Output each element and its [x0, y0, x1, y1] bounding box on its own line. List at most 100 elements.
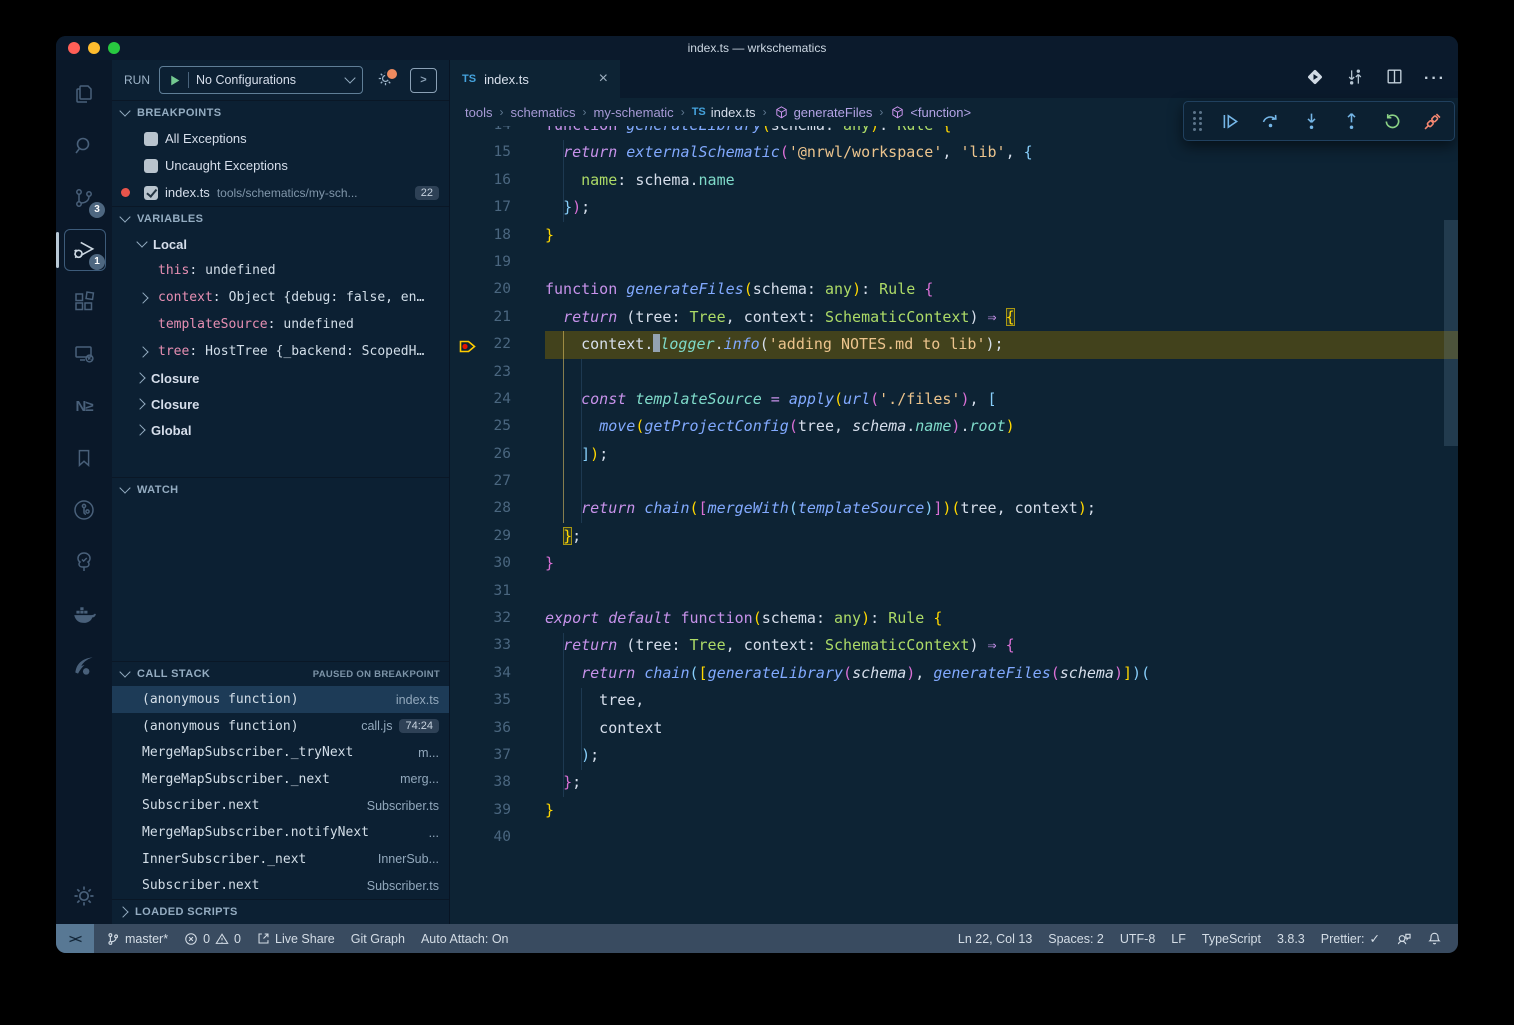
line-number[interactable]: 16	[450, 167, 545, 194]
activity-explorer[interactable]	[56, 68, 112, 120]
step-into-button[interactable]	[1299, 107, 1323, 135]
activity-docker[interactable]	[56, 588, 112, 640]
activity-remote-explorer[interactable]	[56, 328, 112, 380]
watch-section-header[interactable]: WATCH	[112, 477, 449, 502]
prettier-item[interactable]: Prettier: ✓	[1313, 931, 1388, 946]
code-line[interactable]: 35 tree,	[450, 687, 1458, 714]
close-tab-icon[interactable]: ×	[599, 71, 608, 87]
code-line[interactable]: 40	[450, 824, 1458, 851]
breadcrumb-item[interactable]: tools	[465, 105, 492, 120]
notifications-item[interactable]	[1419, 931, 1450, 946]
line-number[interactable]: 27	[450, 468, 545, 495]
activity-nx-console[interactable]: N≥	[56, 380, 112, 432]
call-stack-frame[interactable]: (anonymous function)call.js74:24	[112, 713, 449, 740]
call-stack-frame[interactable]: Subscriber.nextSubscriber.ts	[112, 793, 449, 820]
code-line[interactable]: 30}	[450, 550, 1458, 577]
code-editor[interactable]: 14function generateLibrary(schema: any):…	[450, 126, 1458, 924]
code-line[interactable]: 26 ]);	[450, 441, 1458, 468]
line-number[interactable]: 39	[450, 797, 545, 824]
activity-search[interactable]	[56, 120, 112, 172]
breakpoint-checkbox[interactable]	[144, 186, 158, 200]
code-line[interactable]: 19	[450, 249, 1458, 276]
close-window-button[interactable]	[68, 42, 80, 54]
feedback-item[interactable]	[1388, 931, 1419, 946]
breadcrumb-item[interactable]: generateFiles	[774, 105, 873, 120]
breakpoint-checkbox[interactable]	[144, 159, 158, 173]
line-number[interactable]: 29	[450, 523, 545, 550]
code-line[interactable]: 24 const templateSource = apply(url('./f…	[450, 386, 1458, 413]
compare-changes-button[interactable]	[1345, 67, 1365, 92]
line-number[interactable]: 32	[450, 605, 545, 632]
line-number[interactable]: 40	[450, 824, 545, 851]
breadcrumb-item[interactable]: TSindex.ts	[692, 105, 756, 120]
code-line[interactable]: 18}	[450, 222, 1458, 249]
line-number[interactable]: 15	[450, 139, 545, 166]
line-number[interactable]: 34	[450, 660, 545, 687]
breakpoint-row[interactable]: All Exceptions	[112, 125, 449, 152]
code-line[interactable]: 27	[450, 468, 1458, 495]
code-line[interactable]: 16 name: schema.name	[450, 167, 1458, 194]
line-number[interactable]: 33	[450, 632, 545, 659]
variable-row[interactable]: templateSource:undefined	[112, 311, 449, 338]
variable-row[interactable]: context:Object {debug: false, en…	[112, 284, 449, 311]
code-line[interactable]: 21 return (tree: Tree, context: Schemati…	[450, 304, 1458, 331]
line-number[interactable]: 37	[450, 742, 545, 769]
line-number[interactable]: 30	[450, 550, 545, 577]
chevron-right-icon[interactable]	[137, 346, 148, 357]
line-number[interactable]: 23	[450, 359, 545, 386]
code-line[interactable]: 34 return chain([generateLibrary(schema)…	[450, 660, 1458, 687]
call-stack-section-header[interactable]: CALL STACK PAUSED ON BREAKPOINT	[112, 661, 449, 686]
breakpoints-section-header[interactable]: BREAKPOINTS	[112, 100, 449, 125]
maximize-window-button[interactable]	[108, 42, 120, 54]
activity-todo-tree[interactable]	[56, 536, 112, 588]
line-number[interactable]: 38	[450, 769, 545, 796]
breakpoint-row[interactable]: Uncaught Exceptions	[112, 152, 449, 179]
line-number[interactable]: 19	[450, 249, 545, 276]
debug-console-button[interactable]: >	[410, 68, 437, 93]
code-line[interactable]: 22 context.logger.info('adding NOTES.md …	[450, 331, 1458, 358]
code-line[interactable]: 37 );	[450, 742, 1458, 769]
continue-button[interactable]	[1218, 107, 1242, 135]
minimize-window-button[interactable]	[88, 42, 100, 54]
git-graph-item[interactable]: Git Graph	[343, 932, 413, 946]
call-stack-frame[interactable]: InnerSubscriber._nextInnerSub...	[112, 846, 449, 873]
chevron-right-icon[interactable]	[134, 372, 145, 383]
line-number[interactable]: 25	[450, 413, 545, 440]
open-changes-button[interactable]	[1305, 67, 1325, 92]
call-stack-frame[interactable]: MergeMapSubscriber._tryNextm...	[112, 739, 449, 766]
line-number[interactable]: 36	[450, 715, 545, 742]
breakpoint-row[interactable]: index.tstools/schematics/my-sch...22	[112, 179, 449, 206]
loaded-scripts-section-header[interactable]: LOADED SCRIPTS	[112, 899, 449, 924]
variables-scope-closure[interactable]: Closure	[112, 391, 449, 417]
line-number[interactable]: 14	[450, 126, 545, 139]
step-over-button[interactable]	[1259, 107, 1283, 135]
code-line[interactable]: 15 return externalSchematic('@nrwl/works…	[450, 139, 1458, 166]
breakpoint-checkbox[interactable]	[144, 132, 158, 146]
activity-source-control[interactable]: 3	[56, 172, 112, 224]
line-number[interactable]: 20	[450, 276, 545, 303]
eol-item[interactable]: LF	[1163, 932, 1194, 946]
start-debug-icon[interactable]	[168, 74, 181, 87]
split-editor-button[interactable]	[1385, 67, 1404, 91]
breadcrumb-item[interactable]: my-schematic	[594, 105, 674, 120]
live-share-item[interactable]: Live Share	[249, 932, 343, 946]
code-line[interactable]: 29 };	[450, 523, 1458, 550]
line-number[interactable]: 28	[450, 495, 545, 522]
encoding-item[interactable]: UTF-8	[1112, 932, 1163, 946]
code-line[interactable]: 17 });	[450, 194, 1458, 221]
chevron-right-icon[interactable]	[134, 424, 145, 435]
step-out-button[interactable]	[1340, 107, 1364, 135]
vertical-scrollbar[interactable]	[1444, 220, 1458, 446]
variable-row[interactable]: tree:HostTree {_backend: ScopedH…	[112, 338, 449, 365]
configure-gear-button[interactable]	[377, 70, 394, 90]
line-number[interactable]: 21	[450, 304, 545, 331]
breadcrumb-item[interactable]: <function>	[890, 105, 971, 120]
activity-bookmarks[interactable]	[56, 432, 112, 484]
line-number[interactable]: 31	[450, 578, 545, 605]
activity-extensions[interactable]	[56, 276, 112, 328]
more-actions-button[interactable]: ···	[1424, 70, 1446, 88]
code-line[interactable]: 36 context	[450, 715, 1458, 742]
line-number[interactable]: 22	[450, 331, 545, 358]
cursor-position-item[interactable]: Ln 22, Col 13	[950, 932, 1040, 946]
call-stack-frame[interactable]: MergeMapSubscriber.notifyNext...	[112, 819, 449, 846]
